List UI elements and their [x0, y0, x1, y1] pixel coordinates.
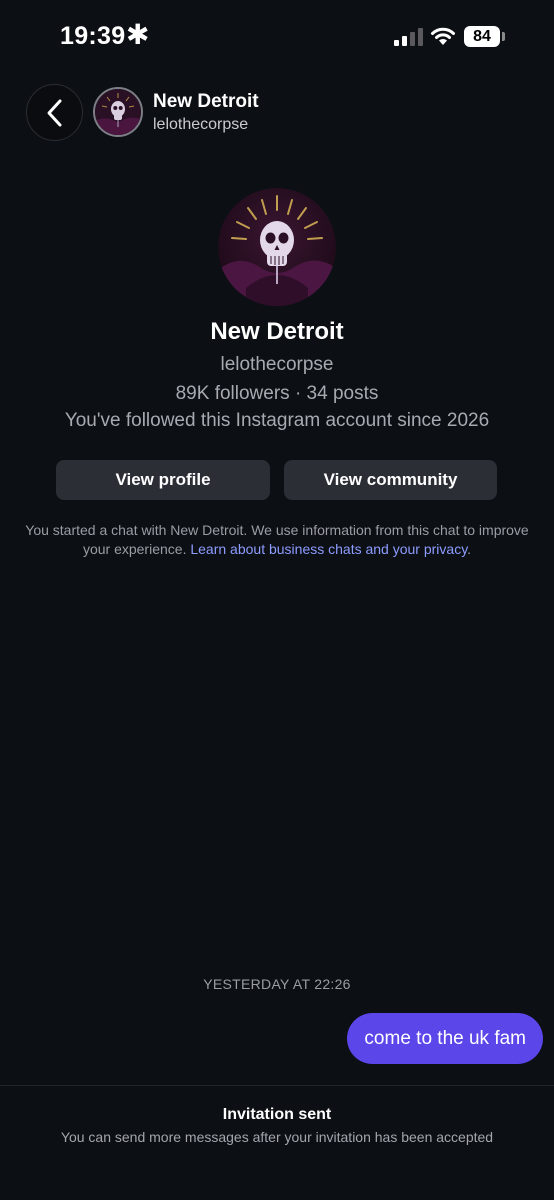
back-button[interactable] — [26, 84, 83, 141]
disclaimer-suffix: . — [467, 541, 472, 557]
view-profile-button[interactable]: View profile — [56, 460, 270, 500]
chevron-left-icon — [47, 99, 61, 126]
invitation-status-subtitle: You can send more messages after your in… — [60, 1129, 494, 1145]
view-profile-label: View profile — [115, 470, 211, 489]
header-username[interactable]: lelothecorpse — [153, 116, 248, 134]
battery-nub — [502, 32, 505, 41]
battery-level: 84 — [473, 27, 491, 45]
cellular-signal-icon — [394, 28, 423, 46]
battery-icon: 84 — [464, 26, 500, 47]
sent-message-bubble[interactable]: come to the uk fam — [347, 1013, 543, 1064]
profile-avatar[interactable] — [218, 188, 336, 306]
business-chats-privacy-link[interactable]: Learn about business chats and your priv… — [190, 541, 467, 557]
profile-username: lelothecorpse — [220, 354, 334, 375]
view-community-button[interactable]: View community — [284, 460, 497, 500]
profile-stats: 89K followers · 34 posts — [175, 383, 379, 404]
wifi-icon — [431, 27, 455, 45]
footer-divider — [0, 1085, 554, 1086]
invitation-status-title: Invitation sent — [222, 1106, 332, 1123]
dm-screen: 19:39 ✱ 84 New Detroit lelothecorpse New… — [0, 0, 554, 1200]
skull-avatar-image — [95, 89, 141, 135]
asterisk-icon: ✱ — [126, 19, 150, 50]
header-title[interactable]: New Detroit — [153, 91, 259, 113]
message-text: come to the uk fam — [364, 1027, 526, 1049]
business-chat-disclaimer: You started a chat with New Detroit. We … — [22, 521, 532, 559]
header-avatar[interactable] — [93, 87, 143, 137]
skull-avatar-image — [218, 188, 336, 306]
profile-name: New Detroit — [210, 318, 344, 345]
status-bar: 19:39 ✱ 84 — [0, 0, 554, 76]
view-community-label: View community — [323, 470, 458, 489]
message-timestamp: YESTERDAY AT 22:26 — [203, 976, 351, 992]
status-time: 19:39 — [60, 22, 126, 50]
follow-since-text: You've followed this Instagram account s… — [64, 410, 490, 431]
